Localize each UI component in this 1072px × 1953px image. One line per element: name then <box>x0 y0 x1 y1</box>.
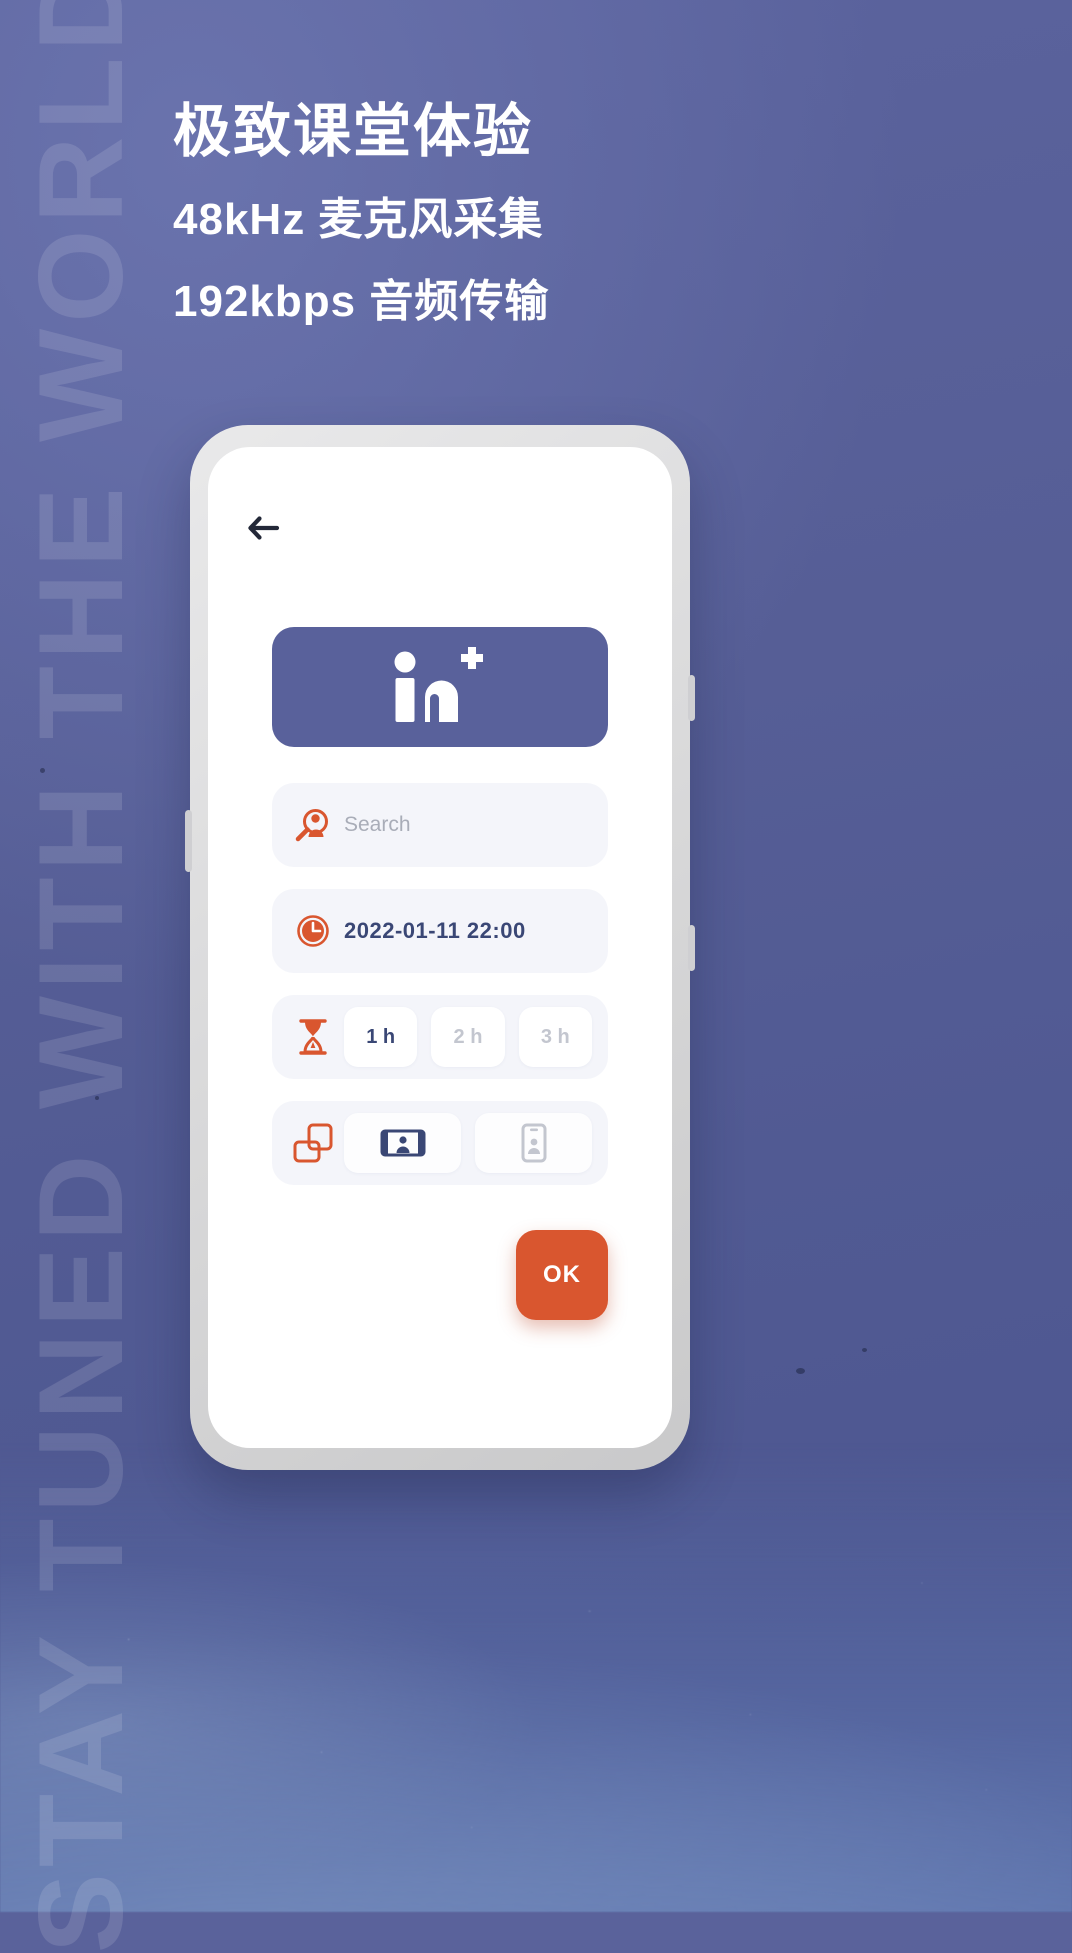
app-logo-banner <box>272 627 608 747</box>
datetime-row[interactable]: 2022-01-11 22:00 <box>272 889 608 973</box>
datetime-value: 2022-01-11 22:00 <box>344 918 526 943</box>
settings-list: Search 2022-01-11 22:00 1 h 2 h 3 h <box>272 627 608 1207</box>
ok-button[interactable]: OK <box>516 1230 608 1320</box>
dust-speck <box>40 768 45 773</box>
phone-side-button[interactable] <box>688 925 695 971</box>
subtitle-mic: 48kHz 麦克风采集 <box>173 194 544 244</box>
search-person-icon <box>282 805 344 845</box>
landscape-screen-icon <box>380 1129 425 1157</box>
headline-block: 极致课堂体验 48kHz 麦克风采集 192kbps 音频传输 <box>173 100 793 361</box>
orientation-option-landscape[interactable] <box>344 1113 461 1173</box>
orientation-options <box>344 1113 598 1173</box>
hourglass-icon <box>282 1017 344 1057</box>
search-input[interactable]: Search <box>344 813 411 837</box>
phone-power-button[interactable] <box>688 675 695 721</box>
rotate-phone-icon <box>282 1123 344 1163</box>
search-row[interactable]: Search <box>272 783 608 867</box>
in-plus-logo-icon <box>394 647 483 722</box>
duration-option-3h[interactable]: 3 h <box>518 1007 592 1067</box>
duration-option-1h[interactable]: 1 h <box>344 1007 418 1067</box>
dust-speck <box>862 1348 867 1352</box>
orientation-row <box>272 1101 608 1185</box>
clock-icon <box>282 911 344 951</box>
water-splash-texture <box>0 1442 1072 1912</box>
subtitle-bitrate: 192kbps 音频传输 <box>173 277 550 327</box>
dust-speck <box>796 1368 805 1374</box>
dust-speck <box>95 1096 99 1100</box>
phone-screen: Search 2022-01-11 22:00 1 h 2 h 3 h OK <box>208 447 672 1448</box>
portrait-screen-icon <box>521 1123 546 1163</box>
duration-option-2h[interactable]: 2 h <box>431 1007 505 1067</box>
back-arrow-icon <box>248 516 280 540</box>
back-button[interactable] <box>246 515 282 541</box>
phone-volume-button[interactable] <box>185 810 192 872</box>
duration-row: 1 h 2 h 3 h <box>272 995 608 1079</box>
orientation-option-portrait[interactable] <box>475 1113 592 1173</box>
duration-options: 1 h 2 h 3 h <box>344 1007 598 1067</box>
page-title: 极致课堂体验 <box>173 99 534 164</box>
phone-mockup: Search 2022-01-11 22:00 1 h 2 h 3 h OK <box>185 425 695 1470</box>
